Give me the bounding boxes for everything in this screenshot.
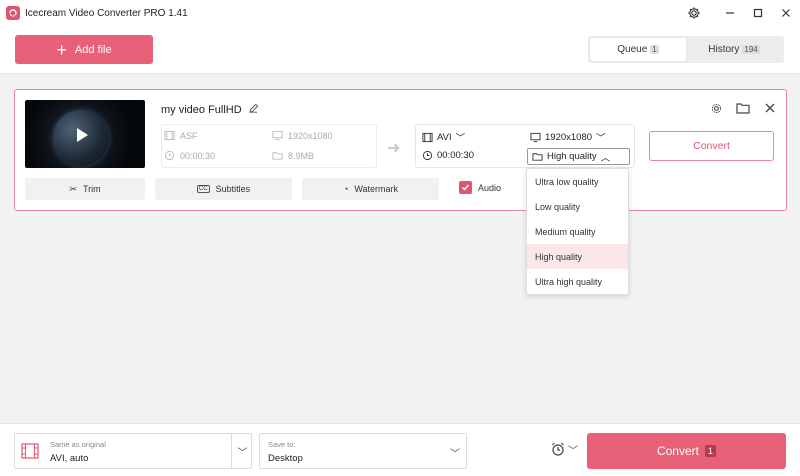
watermark-drop-icon: ◔	[342, 184, 349, 194]
source-resolution: 1920x1080	[272, 130, 333, 141]
monitor-icon	[530, 132, 541, 142]
film-icon	[21, 443, 39, 459]
save-to-value: Desktop	[268, 453, 303, 464]
source-resolution-value: 1920x1080	[288, 130, 333, 141]
film-icon	[422, 132, 433, 142]
watermark-button[interactable]: ◔ Watermark	[302, 178, 439, 200]
subtitles-button[interactable]: CC Subtitles	[155, 178, 292, 200]
output-duration-value: 00:00:30	[437, 150, 474, 161]
chevron-up-icon: ︿	[600, 152, 611, 164]
video-thumbnail[interactable]	[25, 100, 145, 168]
source-duration-value: 00:00:30	[180, 150, 216, 161]
convert-all-button[interactable]: Convert 1	[587, 433, 786, 469]
output-settings-box: AVI ﹀ 1920x1080 ﹀ 00:00:30 High quality …	[415, 124, 635, 168]
source-format-value: ASF	[180, 130, 198, 141]
app-title: Icecream Video Converter PRO 1.41	[25, 7, 188, 19]
play-icon[interactable]	[77, 128, 88, 142]
format-label: Same as original	[50, 440, 106, 449]
video-item-card: my video FullHD ASF 1920x1080 00:00:30 8…	[14, 89, 787, 211]
quality-option-medium[interactable]: Medium quality	[527, 219, 628, 244]
scissors-icon: ✂	[69, 183, 77, 194]
tab-history[interactable]: History 194	[686, 38, 782, 61]
save-to-select[interactable]: Save to: Desktop ﹀	[259, 433, 467, 469]
film-icon	[164, 130, 175, 141]
app-logo-icon	[6, 6, 20, 20]
history-count-badge: 194	[742, 45, 760, 54]
maximize-icon[interactable]	[744, 0, 772, 26]
output-resolution-value: 1920x1080	[545, 131, 593, 143]
add-file-button[interactable]: + Add file	[15, 35, 153, 64]
chevron-down-icon: ﹀	[596, 133, 606, 144]
trim-label: Trim	[82, 184, 101, 194]
schedule-alarm-button[interactable]: ﹀	[550, 441, 578, 457]
quality-option-high[interactable]: High quality	[527, 244, 628, 269]
monitor-icon	[272, 130, 283, 141]
quality-select[interactable]: High quality ︿	[527, 148, 630, 165]
chevron-down-icon[interactable]: ﹀	[231, 434, 253, 468]
trim-button[interactable]: ✂ Trim	[25, 178, 145, 200]
video-name-row: my video FullHD	[161, 103, 259, 117]
title-bar: Icecream Video Converter PRO 1.41	[0, 0, 800, 26]
quality-option-low[interactable]: Low quality	[527, 194, 628, 219]
output-format-select[interactable]: AVI ﹀	[422, 130, 465, 144]
settings-gear-icon[interactable]	[680, 0, 708, 26]
plus-icon: +	[56, 39, 67, 60]
view-tabs: Queue 1 History 194	[588, 36, 784, 63]
clock-icon	[422, 150, 433, 161]
source-size: 8.9MB	[272, 150, 314, 161]
audio-checkbox[interactable]: Audio	[459, 181, 501, 194]
convert-all-label: Convert	[656, 444, 699, 458]
tab-queue[interactable]: Queue 1	[590, 38, 686, 61]
output-format-preset-select[interactable]: Same as original AVI, auto ﹀	[14, 433, 252, 469]
source-format: ASF	[164, 130, 198, 141]
tab-history-label: History	[708, 44, 740, 55]
output-resolution-select[interactable]: 1920x1080 ﹀	[530, 130, 606, 144]
minimize-icon[interactable]	[716, 0, 744, 26]
subtitles-label: Subtitles	[215, 184, 251, 194]
close-window-icon[interactable]	[772, 0, 800, 26]
open-folder-icon[interactable]	[735, 100, 751, 116]
format-value: AVI, auto	[50, 453, 89, 464]
folder-icon	[272, 152, 283, 160]
convert-count-badge: 1	[705, 445, 717, 457]
audio-label: Audio	[478, 182, 502, 193]
folder-icon	[532, 153, 543, 161]
alarm-clock-icon	[552, 442, 564, 456]
source-info-box: ASF 1920x1080 00:00:30 8.9MB	[161, 124, 377, 168]
arrow-right-icon: ➜	[387, 140, 401, 157]
subtitles-cc-icon: CC	[196, 185, 210, 193]
source-size-value: 8.9MB	[288, 150, 315, 161]
save-to-label: Save to:	[268, 440, 296, 449]
main-toolbar: + Add file Queue 1 History 194	[0, 26, 800, 74]
video-name: my video FullHD	[161, 104, 242, 116]
chevron-down-icon: ﹀	[568, 445, 578, 457]
source-duration: 00:00:30	[164, 150, 215, 161]
card-actions	[708, 100, 778, 116]
quality-option-ultra-low[interactable]: Ultra low quality	[527, 169, 628, 194]
clock-icon	[164, 150, 175, 161]
item-settings-gear-icon[interactable]	[708, 100, 724, 116]
quality-option-ultra-high[interactable]: Ultra high quality	[527, 269, 628, 294]
output-duration: 00:00:30	[422, 150, 474, 161]
chevron-down-icon: ﹀	[450, 449, 460, 460]
footer-bar: Same as original AVI, auto ﹀ Save to: De…	[0, 423, 800, 476]
add-file-label: Add file	[74, 43, 112, 56]
quality-value: High quality	[547, 151, 597, 162]
checkmark-icon	[459, 181, 472, 194]
queue-count-badge: 1	[650, 45, 659, 54]
output-format-value: AVI	[437, 131, 452, 143]
edit-pencil-icon[interactable]	[248, 103, 259, 117]
chevron-down-icon: ﹀	[455, 133, 466, 144]
watermark-label: Watermark	[354, 184, 399, 194]
convert-item-button[interactable]: Convert	[649, 131, 774, 161]
tab-queue-label: Queue	[617, 44, 648, 55]
quality-dropdown-menu: Ultra low quality Low quality Medium qua…	[526, 168, 629, 295]
remove-item-close-icon[interactable]	[762, 100, 778, 116]
